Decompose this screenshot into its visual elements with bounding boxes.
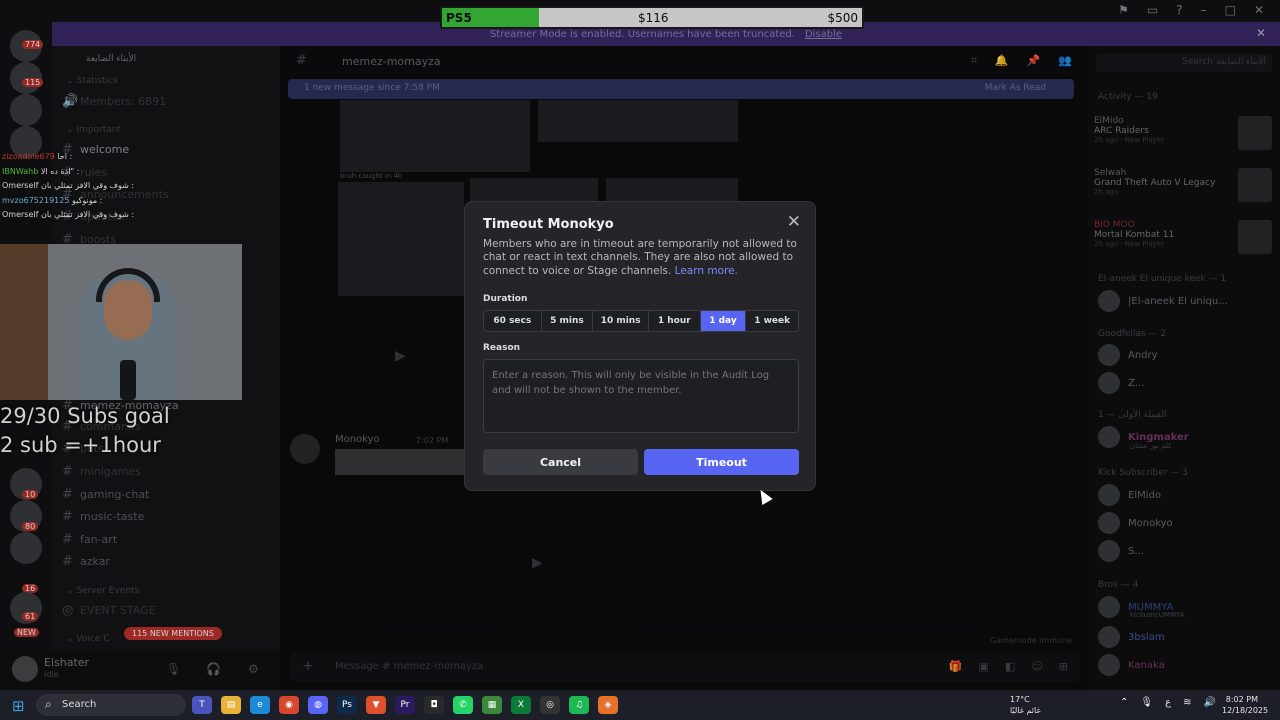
search-label: Search bbox=[62, 699, 97, 710]
weather-desc: غائم غالبًا bbox=[1010, 706, 1041, 715]
app-icon[interactable]: ◈ bbox=[598, 696, 618, 714]
timeout-modal: Timeout Monokyo ✕ Members who are in tim… bbox=[464, 201, 816, 491]
clock-date: 12/18/2025 bbox=[1222, 706, 1269, 715]
obs-icon[interactable]: ◎ bbox=[540, 696, 560, 714]
teams-icon[interactable]: T bbox=[192, 696, 212, 714]
clock[interactable]: 8:02 PM 12/18/2025 bbox=[1222, 694, 1269, 716]
duration-5-mins[interactable]: 5 mins bbox=[542, 311, 594, 331]
premiere-icon[interactable]: Pr bbox=[395, 696, 415, 714]
minecraft-icon[interactable]: ▦ bbox=[482, 696, 502, 714]
whatsapp-icon[interactable]: ✆ bbox=[453, 696, 473, 714]
description-text: Members who are in timeout are temporari… bbox=[483, 238, 797, 277]
search-icon: ⌕ bbox=[45, 697, 52, 711]
duration-1-week[interactable]: 1 week bbox=[746, 311, 798, 331]
duration-60-secs[interactable]: 60 secs bbox=[484, 311, 542, 331]
duration-label: Duration bbox=[483, 294, 528, 304]
taskbar-apps: T ▤ e ◉ ◍ Ps ▼ Pr ◘ ✆ ▦ X ◎ ♫ ◈ bbox=[192, 696, 618, 714]
system-tray: ⌃ 🎙 ع ≋ 🔊 bbox=[1120, 697, 1216, 708]
modal-description: Members who are in timeout are temporari… bbox=[483, 238, 803, 278]
file-explorer-icon[interactable]: ▤ bbox=[221, 696, 241, 714]
volume-icon[interactable]: 🔊 bbox=[1203, 697, 1215, 708]
clock-time: 8:02 PM bbox=[1225, 695, 1258, 704]
duration-1-hour[interactable]: 1 hour bbox=[649, 311, 701, 331]
taskbar-search[interactable]: ⌕ Search bbox=[36, 694, 186, 716]
reason-label: Reason bbox=[483, 343, 521, 353]
modal-title: Timeout Monokyo bbox=[483, 217, 614, 232]
taskbar: ⊞ ⌕ Search T ▤ e ◉ ◍ Ps ▼ Pr ◘ ✆ ▦ X ◎ ♫… bbox=[0, 690, 1280, 720]
duration-10-mins[interactable]: 10 mins bbox=[593, 311, 649, 331]
microphone-icon[interactable]: 🎙 bbox=[1140, 697, 1153, 708]
brave-icon[interactable]: ▼ bbox=[366, 696, 386, 714]
capcut-icon[interactable]: ◘ bbox=[424, 696, 444, 714]
discord-icon[interactable]: ◍ bbox=[308, 696, 328, 714]
screen: ⚑ ▭ ? – □ ✕ Streamer Mode is enabled. Us… bbox=[0, 0, 1280, 720]
weather-widget[interactable]: 17°C غائم غالبًا bbox=[1010, 694, 1041, 716]
duration-selector: 60 secs 5 mins 10 mins 1 hour 1 day 1 we… bbox=[483, 310, 799, 332]
weather-temp: 17°C bbox=[1010, 695, 1030, 704]
close-icon[interactable]: ✕ bbox=[787, 212, 801, 232]
chrome-icon[interactable]: ◉ bbox=[279, 696, 299, 714]
windows-start-icon[interactable]: ⊞ bbox=[12, 697, 25, 715]
edge-icon[interactable]: e bbox=[250, 696, 270, 714]
photoshop-icon[interactable]: Ps bbox=[337, 696, 357, 714]
cancel-button[interactable]: Cancel bbox=[483, 449, 638, 475]
language-indicator[interactable]: ع bbox=[1165, 697, 1171, 708]
duration-1-day[interactable]: 1 day bbox=[700, 311, 747, 331]
learn-more-link[interactable]: Learn more. bbox=[675, 265, 738, 277]
spotify-icon[interactable]: ♫ bbox=[569, 696, 589, 714]
reason-input[interactable] bbox=[483, 359, 799, 433]
timeout-button[interactable]: Timeout bbox=[644, 449, 799, 475]
wifi-icon[interactable]: ≋ bbox=[1183, 697, 1191, 708]
chevron-up-icon[interactable]: ⌃ bbox=[1120, 697, 1128, 708]
excel-icon[interactable]: X bbox=[511, 696, 531, 714]
